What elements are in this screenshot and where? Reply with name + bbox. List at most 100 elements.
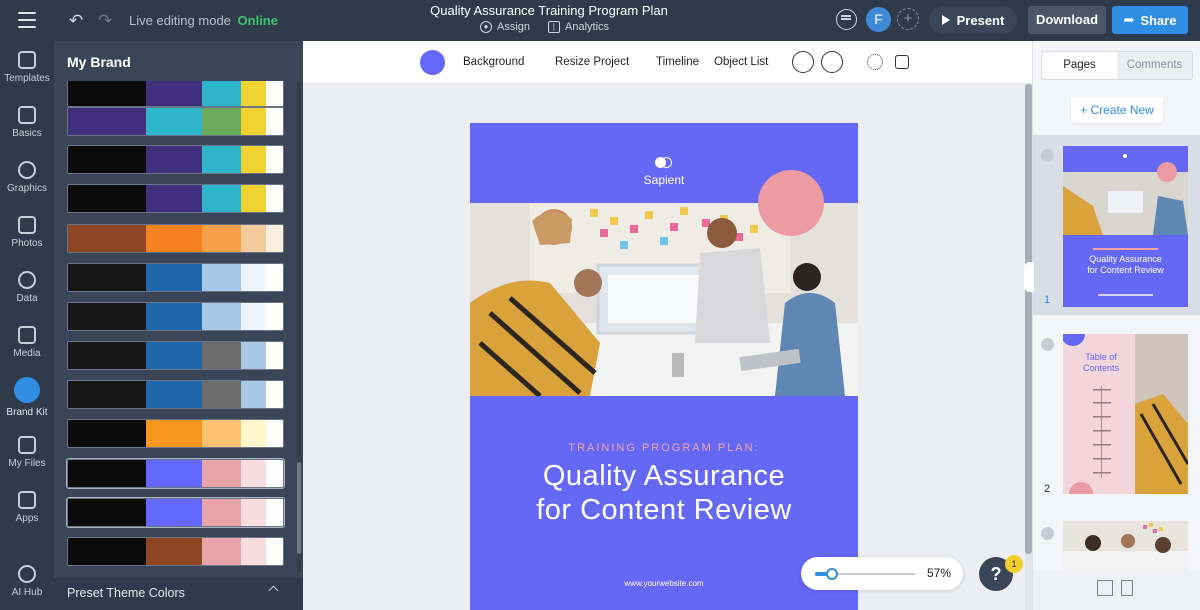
page-2-thumbnail[interactable]: Table of Contents [1063, 334, 1188, 494]
color-swatch[interactable] [266, 538, 283, 565]
project-title[interactable]: Quality Assurance Training Program Plan [400, 3, 698, 18]
page-options-icon[interactable] [1041, 338, 1054, 351]
zoom-search-icon[interactable] [895, 55, 909, 69]
pages-panel-collapse-handle[interactable] [1024, 262, 1034, 292]
color-palette-row[interactable] [67, 498, 284, 527]
color-swatch[interactable] [68, 185, 146, 212]
page-1-thumbnail[interactable]: Quality Assurance for Content Review [1063, 146, 1188, 307]
canvas-scrollbar[interactable] [1025, 84, 1032, 610]
color-swatch[interactable] [68, 342, 146, 369]
color-palette-row[interactable] [67, 341, 284, 370]
color-swatch[interactable] [266, 381, 283, 408]
color-swatch[interactable] [202, 264, 241, 291]
color-swatch[interactable] [68, 303, 146, 330]
design-page[interactable]: Sapient TRAINING PROGRAM PLAN: Quality A… [470, 123, 858, 610]
color-swatch[interactable] [68, 538, 146, 565]
color-swatch[interactable] [202, 225, 241, 252]
color-swatch[interactable] [266, 303, 283, 330]
resize-project-button[interactable]: Resize Project [555, 56, 629, 68]
list-view-icon[interactable] [1121, 580, 1133, 596]
page-3-thumbnail[interactable] [1063, 521, 1188, 571]
rail-item-basics[interactable]: Basics [0, 106, 54, 139]
color-swatch[interactable] [146, 420, 202, 447]
grid-view-icon[interactable] [1097, 580, 1113, 596]
color-swatch[interactable] [241, 420, 266, 447]
brand-panel-scrollbar[interactable] [297, 462, 301, 554]
color-swatch[interactable] [68, 499, 146, 526]
color-swatch[interactable] [146, 538, 202, 565]
undo-icon[interactable]: ↶ [69, 11, 83, 31]
color-swatch[interactable] [266, 225, 283, 252]
zoom-percent[interactable]: 57% [927, 566, 951, 580]
color-swatch[interactable] [241, 225, 266, 252]
background-button[interactable]: Background [463, 56, 524, 68]
redo-icon[interactable]: ↷ [98, 11, 112, 31]
present-button[interactable]: Present [929, 6, 1017, 34]
preset-theme-colors-toggle[interactable]: Preset Theme Colors [54, 578, 303, 610]
color-swatch[interactable] [266, 342, 283, 369]
color-swatch[interactable] [266, 108, 283, 135]
color-swatch[interactable] [202, 342, 241, 369]
color-swatch[interactable] [241, 79, 266, 106]
background-color-swatch[interactable] [420, 50, 445, 75]
color-swatch[interactable] [202, 108, 241, 135]
color-swatch[interactable] [68, 225, 146, 252]
color-swatch[interactable] [68, 79, 146, 106]
rail-item-ai-hub[interactable]: AI Hub [0, 565, 54, 598]
page-options-icon[interactable] [1041, 527, 1054, 540]
rail-item-graphics[interactable]: Graphics [0, 161, 54, 194]
color-swatch[interactable] [146, 381, 202, 408]
color-swatch[interactable] [241, 303, 266, 330]
color-swatch[interactable] [68, 381, 146, 408]
page-options-icon[interactable] [1041, 149, 1054, 162]
music-note-icon[interactable] [792, 51, 814, 73]
color-palette-row[interactable] [67, 145, 284, 174]
color-swatch[interactable] [266, 264, 283, 291]
analytics-button[interactable]: ∣ Analytics [548, 21, 609, 33]
rail-item-templates[interactable]: Templates [0, 51, 54, 84]
color-palette-row[interactable] [67, 224, 284, 253]
color-palette-row[interactable] [67, 263, 284, 292]
canvas-scrollbar-thumb[interactable] [1025, 84, 1032, 554]
color-swatch[interactable] [202, 146, 241, 173]
accent-circle[interactable] [758, 170, 824, 236]
color-swatch[interactable] [241, 264, 266, 291]
zoom-slider-handle[interactable] [826, 568, 838, 580]
color-swatch[interactable] [202, 420, 241, 447]
color-swatch[interactable] [202, 79, 241, 106]
rail-item-my-files[interactable]: My Files [0, 436, 54, 469]
object-list-button[interactable]: Object List [714, 56, 768, 68]
gear-icon[interactable] [867, 54, 883, 70]
color-swatch[interactable] [241, 499, 266, 526]
menu-icon[interactable] [18, 12, 36, 28]
share-button[interactable]: ➦ Share [1112, 6, 1188, 34]
color-palette-row[interactable] [67, 380, 284, 409]
color-palette-row[interactable] [67, 78, 284, 107]
color-swatch[interactable] [241, 381, 266, 408]
color-swatch[interactable] [266, 146, 283, 173]
tab-pages[interactable]: Pages [1042, 52, 1117, 79]
color-swatch[interactable] [68, 420, 146, 447]
color-swatch[interactable] [146, 108, 202, 135]
color-swatch[interactable] [146, 460, 202, 487]
color-swatch[interactable] [68, 264, 146, 291]
rail-item-media[interactable]: Media [0, 326, 54, 359]
color-swatch[interactable] [146, 499, 202, 526]
color-swatch[interactable] [146, 185, 202, 212]
color-palette-row[interactable] [67, 537, 284, 566]
page-kicker[interactable]: TRAINING PROGRAM PLAN: [470, 442, 858, 454]
brand-logo-icon[interactable] [655, 157, 673, 168]
color-swatch[interactable] [146, 342, 202, 369]
color-palette-row[interactable] [67, 419, 284, 448]
color-swatch[interactable] [266, 185, 283, 212]
page-headline[interactable]: Quality Assurance for Content Review [470, 459, 858, 527]
color-swatch[interactable] [241, 146, 266, 173]
color-palette-row[interactable] [67, 302, 284, 331]
color-swatch[interactable] [68, 460, 146, 487]
color-swatch[interactable] [241, 185, 266, 212]
color-swatch[interactable] [68, 146, 146, 173]
avatar[interactable]: F [866, 7, 891, 32]
chat-icon[interactable] [836, 9, 857, 30]
color-swatch[interactable] [146, 146, 202, 173]
color-swatch[interactable] [146, 264, 202, 291]
